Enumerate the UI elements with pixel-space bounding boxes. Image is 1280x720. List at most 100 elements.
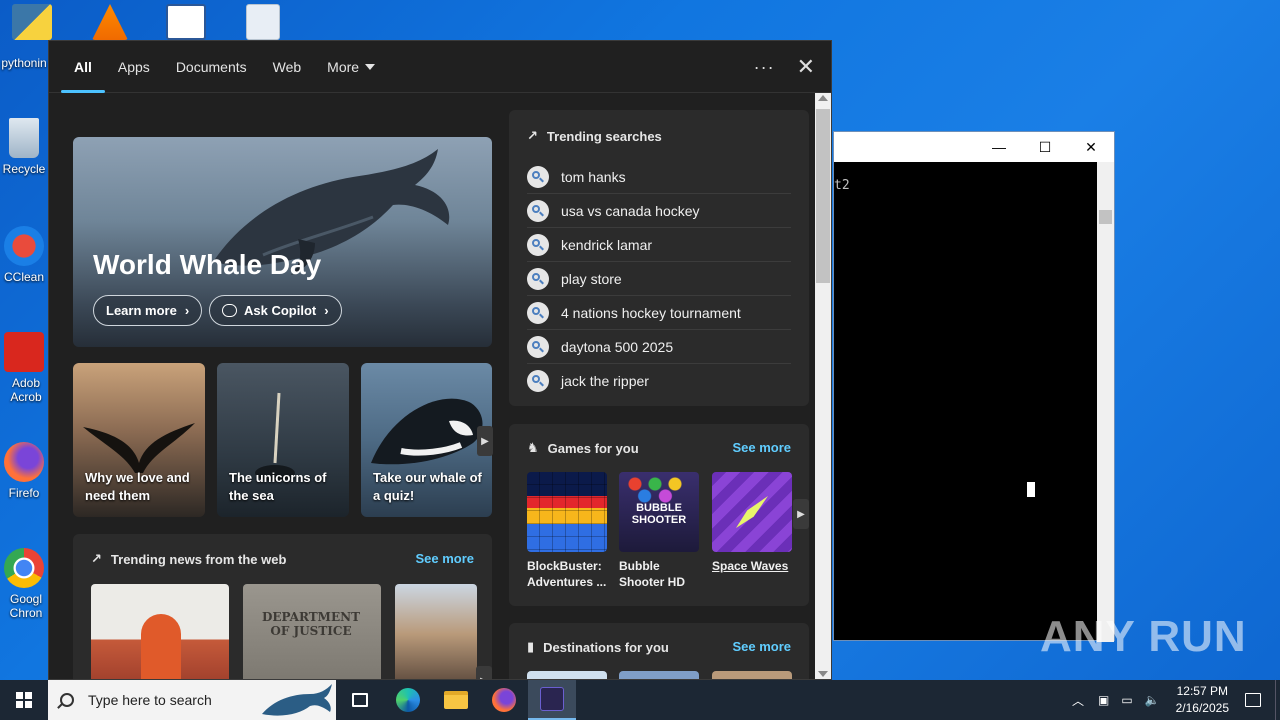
card-caption: Take our whale of a quiz! [373, 470, 482, 503]
game-tile[interactable]: Space Waves [712, 472, 792, 574]
scroll-down-arrow-icon[interactable] [818, 671, 828, 677]
game-tile[interactable]: BlockBuster: Adventures ... [527, 472, 607, 590]
desktop-icon-ccleaner[interactable]: CClean [0, 226, 48, 284]
document-desktop-icon[interactable] [246, 4, 280, 40]
news-item[interactable]: DEPARTMENT OF JUSTICE [243, 584, 381, 679]
taskbar: Type here to search ︿ ▣ ▭ 🔈 12:57 PM 2/1… [0, 680, 1280, 720]
news-item[interactable] [91, 584, 229, 679]
desktop-icon-label: Firefo [8, 486, 40, 500]
trending-item[interactable]: jack the ripper [527, 364, 791, 398]
anyrun-taskbar-button[interactable] [528, 680, 576, 720]
anyrun-watermark: ANY RUN [1040, 612, 1247, 661]
trending-item[interactable]: kendrick lamar [527, 228, 791, 262]
desktop-icon-chrome[interactable]: Googl Chron [0, 548, 48, 620]
terminal-scrollbar[interactable] [1097, 162, 1114, 642]
terminal-cursor [1027, 482, 1035, 497]
firefox-taskbar-button[interactable] [480, 680, 528, 720]
chevron-up-icon[interactable]: ︿ [1064, 692, 1092, 709]
games-section: ♞ Games for you See more BlockBuster: Ad… [509, 424, 809, 606]
terminal-output: t2 [834, 178, 850, 193]
news-next-arrow-icon[interactable]: ▶ [476, 666, 492, 679]
show-desktop-button[interactable] [1275, 680, 1280, 720]
start-button[interactable] [0, 680, 48, 720]
edge-taskbar-button[interactable] [384, 680, 432, 720]
card-caption: Why we love and need them [85, 470, 190, 503]
destination-tile[interactable] [527, 671, 607, 679]
close-button[interactable]: ✕ [1068, 132, 1114, 162]
chevron-right-icon: › [324, 303, 329, 318]
tab-label: Web [272, 58, 302, 75]
trending-item-label: jack the ripper [561, 373, 649, 389]
tab-label: Documents [175, 58, 247, 75]
game-label: Bubble Shooter HD [619, 559, 685, 589]
windows-logo-icon [16, 692, 32, 708]
hero-card[interactable]: World Whale Day Learn more › Ask Copilot… [73, 137, 492, 347]
terminal-titlebar[interactable]: — ☐ ✕ [834, 132, 1114, 162]
desktop-icon-python[interactable]: pythonin [0, 56, 48, 70]
panel-scrollbar[interactable] [815, 93, 831, 679]
search-tab-bar: All Apps Documents Web More ··· ✕ [49, 41, 831, 93]
ask-copilot-button[interactable]: Ask Copilot › [209, 295, 342, 326]
task-view-button[interactable] [336, 680, 384, 720]
tab-web[interactable]: Web [260, 41, 315, 93]
games-see-more-link[interactable]: See more [732, 440, 791, 455]
clock-time: 12:57 PM [1176, 684, 1228, 698]
destination-tile[interactable] [712, 671, 792, 679]
terminal-scroll-thumb[interactable] [1099, 210, 1112, 224]
trending-item-label: 4 nations hockey tournament [561, 304, 741, 321]
trending-item[interactable]: play store [527, 262, 791, 296]
hero-title: World Whale Day [93, 249, 322, 280]
desktop-icon-firefox[interactable]: Firefo [0, 442, 48, 500]
learn-more-button[interactable]: Learn more › [93, 295, 203, 326]
story-card[interactable]: Take our whale of a quiz! [361, 363, 492, 517]
rocket-icon [736, 496, 768, 528]
trending-item[interactable]: daytona 500 2025 [527, 330, 791, 364]
destinations-section: ▮ Destinations for you See more [509, 623, 809, 679]
trending-item[interactable]: tom hanks [527, 160, 791, 194]
word-desktop-icon[interactable] [166, 4, 206, 40]
trending-item[interactable]: usa vs canada hockey [527, 194, 791, 228]
game-tile[interactable]: BUBBLE SHOOTER Bubble Shooter HD [619, 472, 699, 590]
tab-label: All [74, 58, 92, 75]
notifications-icon[interactable] [1245, 693, 1261, 707]
more-options-button[interactable]: ··· [754, 57, 775, 78]
terminal-window[interactable]: — ☐ ✕ t2 [833, 131, 1115, 642]
games-section-title: ♞ Games for you [527, 440, 639, 456]
story-card[interactable]: The unicorns of the sea [217, 363, 349, 517]
news-item[interactable] [395, 584, 477, 679]
trending-item[interactable]: 4 nations hockey tournament [527, 296, 791, 330]
volume-icon[interactable]: 🔈 [1139, 693, 1166, 707]
tab-apps[interactable]: Apps [105, 41, 163, 93]
minimize-button[interactable]: — [976, 132, 1022, 162]
maximize-button[interactable]: ☐ [1022, 132, 1068, 162]
system-tray: ︿ ▣ ▭ 🔈 12:57 PM 2/16/2025 [1064, 680, 1280, 720]
python-desktop-icon[interactable] [12, 4, 52, 40]
bubble-shooter-game-image: BUBBLE SHOOTER [619, 472, 699, 552]
game-label: Space Waves [712, 559, 789, 573]
tab-more[interactable]: More [314, 41, 388, 93]
story-card[interactable]: Why we love and need them [73, 363, 205, 517]
destinations-see-more-link[interactable]: See more [732, 639, 791, 654]
taskbar-search-box[interactable]: Type here to search [48, 680, 336, 720]
desktop-icon-recycle-bin[interactable]: Recycle [0, 118, 48, 176]
cards-next-arrow-icon[interactable]: ▶ [477, 426, 493, 456]
display-icon[interactable]: ▭ [1115, 693, 1138, 707]
panel-scroll-thumb[interactable] [816, 109, 830, 283]
file-explorer-taskbar-button[interactable] [432, 680, 480, 720]
desktop-icon-acrobat[interactable]: Adob Acrob [0, 332, 48, 404]
firefox-icon [492, 688, 516, 712]
recycle-bin-icon [9, 118, 39, 158]
news-see-more-link[interactable]: See more [415, 551, 474, 566]
card-caption: The unicorns of the sea [229, 470, 327, 503]
network-icon[interactable]: ▣ [1092, 693, 1115, 707]
tab-all[interactable]: All [61, 41, 105, 93]
trending-news-section: ↗ Trending news from the web See more DE… [73, 534, 492, 679]
games-icon: ♞ [527, 440, 539, 455]
scroll-up-arrow-icon[interactable] [818, 95, 828, 101]
destination-tile[interactable] [619, 671, 699, 679]
games-next-arrow-icon[interactable]: ▶ [793, 499, 809, 529]
clock[interactable]: 12:57 PM 2/16/2025 [1166, 683, 1239, 717]
tab-documents[interactable]: Documents [163, 41, 260, 93]
vlc-desktop-icon[interactable] [92, 4, 128, 40]
close-panel-button[interactable]: ✕ [797, 54, 815, 80]
